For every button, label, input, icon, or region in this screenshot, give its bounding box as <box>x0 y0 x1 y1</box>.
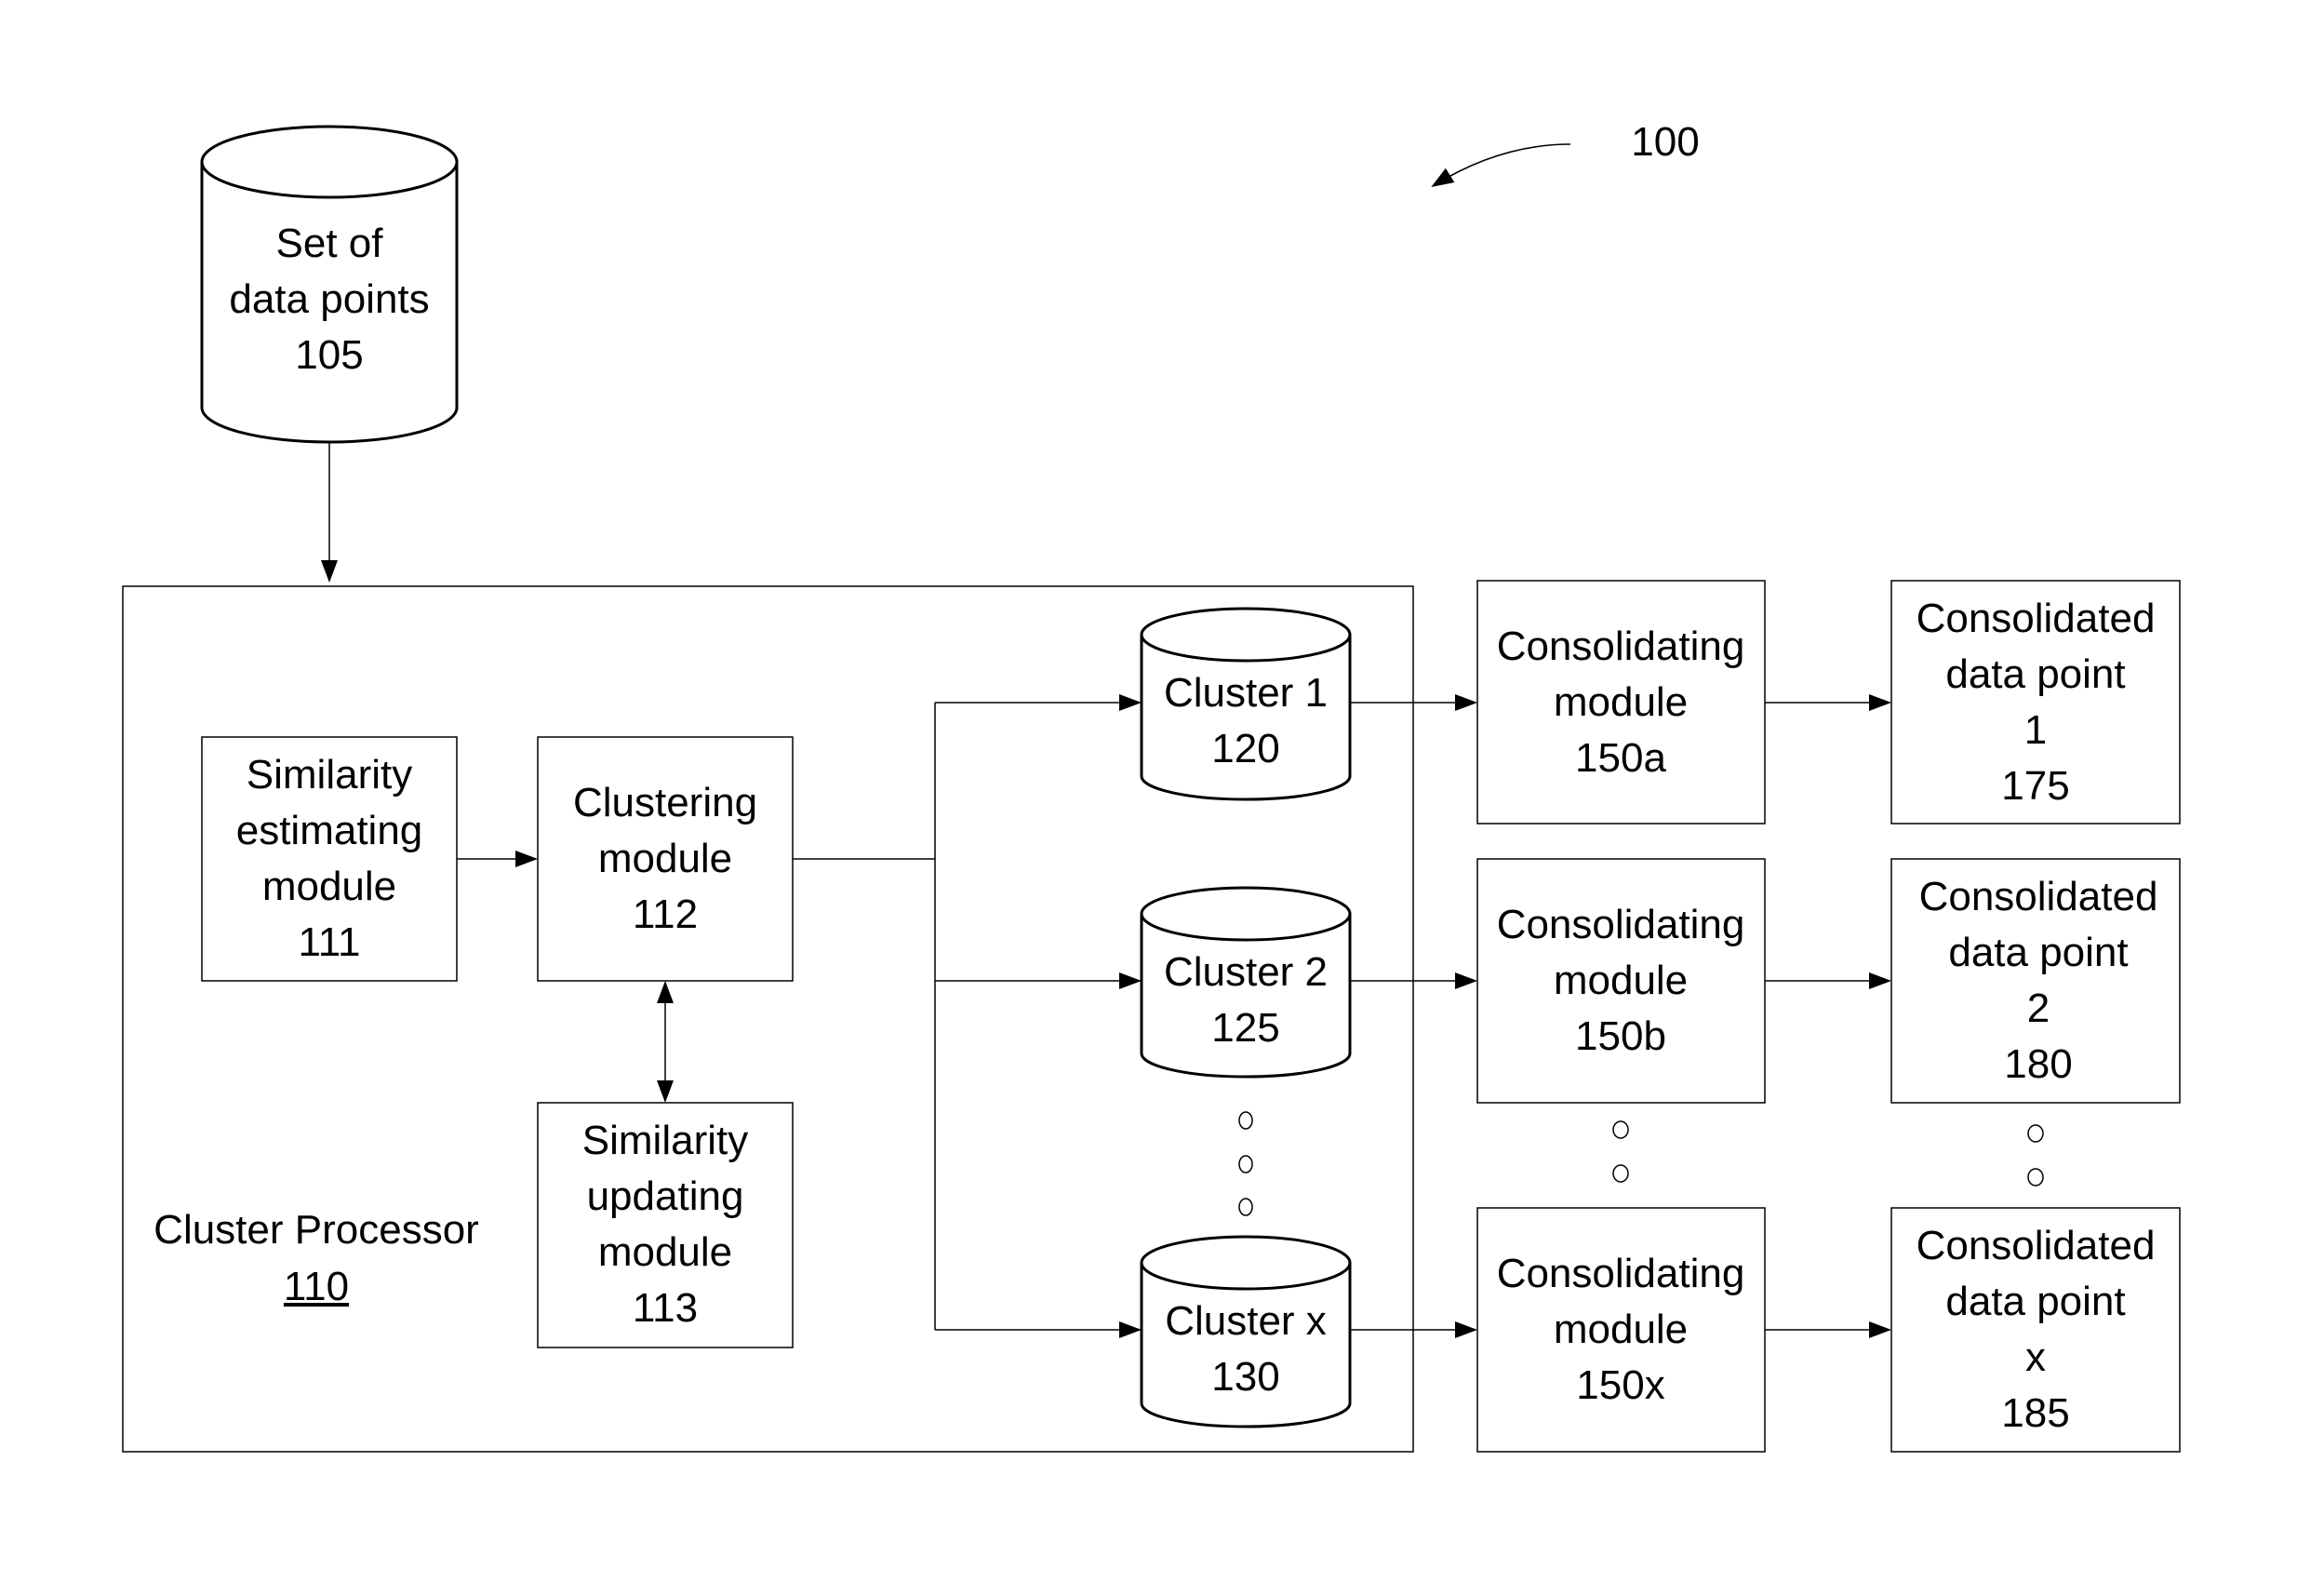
cluster-x-label: Cluster x 130 <box>1165 1298 1327 1400</box>
consolidating-module-150a-label: Consolidating module 150a <box>1496 623 1745 781</box>
clustering-label: Clustering module 112 <box>572 780 758 937</box>
point-ellipsis-dots <box>2027 1124 2044 1186</box>
cluster-processor-ref: 110 <box>283 1264 350 1309</box>
cluster-processor-label: Cluster Processor <box>154 1207 479 1253</box>
similarity-updating-label: Similarity updating module 113 <box>581 1118 749 1331</box>
consolidated-point-175-label: Consolidated data point 1 175 <box>1916 596 2156 809</box>
data-source-label: Set of data points 105 <box>229 221 430 378</box>
figure-ref-arrow <box>1431 143 1571 188</box>
cluster-1-label: Cluster 1 120 <box>1163 670 1329 771</box>
consolidating-module-150b-label: Consolidating module 150b <box>1496 902 1745 1059</box>
figure-ref-label: 100 <box>1631 119 1700 165</box>
similarity-estimating-label: Similarity estimating module 111 <box>235 752 423 965</box>
module-ellipsis-dots <box>1612 1120 1629 1183</box>
cluster-ellipsis-dots <box>1238 1111 1253 1216</box>
diagram-canvas: 100 Set of data points 105 Cluster Proce… <box>0 0 2324 1582</box>
cluster-2-label: Cluster 2 125 <box>1163 949 1329 1051</box>
consolidated-point-185-label: Consolidated data point x 185 <box>1916 1223 2156 1436</box>
consolidating-module-150x-label: Consolidating module 150x <box>1496 1251 1745 1408</box>
consolidated-point-180-label: Consolidated data point 2 180 <box>1918 874 2158 1087</box>
